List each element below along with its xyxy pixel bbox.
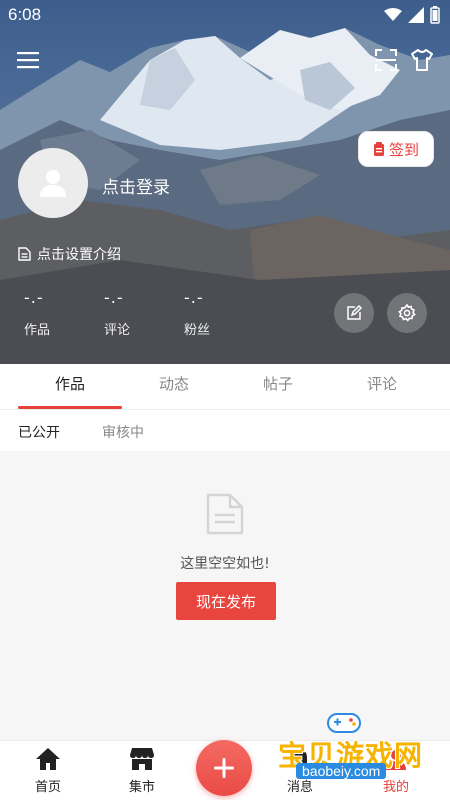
default-avatar-icon	[40, 170, 66, 197]
tab-activity[interactable]: 动态	[122, 364, 226, 410]
watermark: 宝贝游戏网 baobeiy.com	[274, 706, 444, 798]
stat-value: -.-	[184, 288, 204, 307]
checkin-icon	[373, 142, 384, 156]
profile-header: 6:08 签到 点击登录 点击设置介绍 -.- 作品 -.- 评论 -.- 粉丝	[0, 0, 450, 364]
plus-icon	[214, 758, 234, 778]
stat-label: 粉丝	[184, 323, 211, 338]
store-icon	[130, 748, 154, 770]
checkin-label: 签到	[388, 140, 419, 159]
login-link[interactable]: 点击登录	[102, 173, 170, 198]
tab-comments[interactable]: 评论	[330, 364, 434, 410]
visibility-subtabs: 已公开 审核中	[0, 411, 450, 451]
empty-state: 这里空空如也! 现在发布	[0, 451, 450, 740]
signal-icon	[408, 7, 424, 23]
empty-message: 这里空空如也!	[180, 556, 270, 572]
menu-icon[interactable]	[14, 46, 42, 74]
edit-icon	[347, 305, 362, 320]
intro-label: 点击设置介绍	[37, 247, 121, 263]
home-icon	[36, 748, 60, 770]
stat-works[interactable]: -.- 作品	[24, 288, 84, 338]
outfit-icon[interactable]	[408, 46, 436, 74]
battery-icon	[430, 6, 440, 24]
watermark-url: baobeiy.com	[296, 763, 387, 779]
subtab-public[interactable]: 已公开	[18, 422, 60, 442]
settings-button[interactable]	[387, 293, 427, 333]
nav-label: 集市	[128, 780, 155, 795]
empty-document-icon	[206, 493, 244, 535]
gamepad-icon	[327, 713, 361, 733]
publish-button[interactable]: 现在发布	[176, 582, 276, 620]
stat-value: -.-	[24, 288, 44, 307]
nav-store[interactable]: 集市	[112, 746, 172, 795]
nav-label: 首页	[34, 780, 61, 795]
nav-home[interactable]: 首页	[18, 746, 78, 795]
tab-works[interactable]: 作品	[18, 364, 122, 410]
stat-label: 评论	[104, 323, 131, 338]
wifi-icon	[384, 8, 402, 21]
avatar[interactable]	[18, 148, 88, 218]
content-tabs: 作品 动态 帖子 评论	[0, 364, 450, 410]
stat-fans[interactable]: -.- 粉丝	[184, 288, 244, 338]
intro-link[interactable]: 点击设置介绍	[18, 244, 121, 264]
gear-icon	[398, 304, 416, 322]
document-icon	[18, 247, 31, 261]
tab-posts[interactable]: 帖子	[226, 364, 330, 410]
edit-profile-button[interactable]	[334, 293, 374, 333]
subtab-reviewing[interactable]: 审核中	[102, 422, 144, 442]
stat-value: -.-	[104, 288, 124, 307]
status-icons	[384, 6, 440, 24]
scan-icon[interactable]	[372, 46, 400, 74]
status-bar: 6:08	[0, 0, 450, 30]
active-tab-indicator	[18, 406, 122, 409]
status-time: 6:08	[8, 5, 42, 24]
checkin-button[interactable]: 签到	[358, 131, 434, 167]
stat-label: 作品	[24, 323, 51, 338]
stat-comments[interactable]: -.- 评论	[104, 288, 164, 338]
create-button[interactable]	[196, 740, 252, 796]
